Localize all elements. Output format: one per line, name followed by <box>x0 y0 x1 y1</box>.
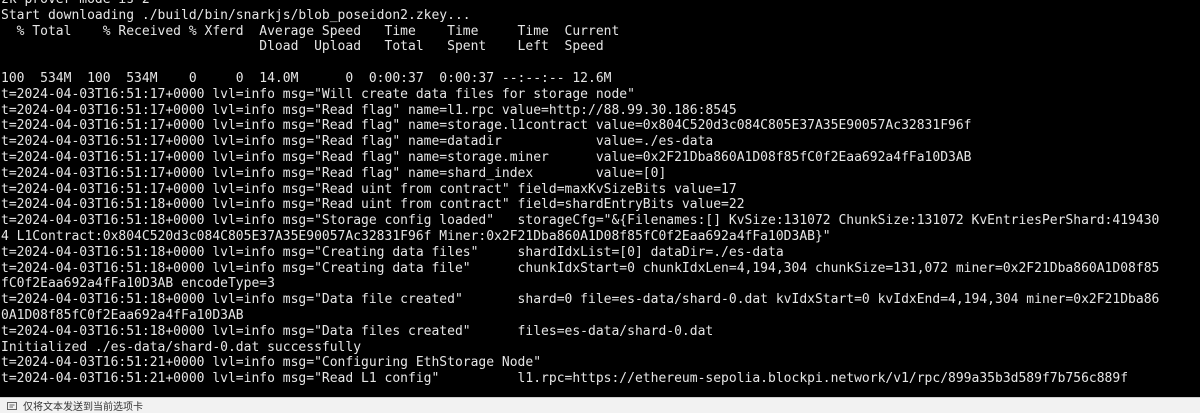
terminal-line: fC0f2Eaa692a4fFa10D3AB encodeType=3 <box>1 276 275 292</box>
terminal-line: 0A1D08f85fC0f2Eaa692a4fFa10D3AB <box>1 307 244 323</box>
terminal-line: Initialized ./es-data/shard-0.dat succes… <box>1 339 362 355</box>
terminal-line: t=2024-04-03T16:51:17+0000 lvl=info msg=… <box>1 134 714 150</box>
terminal-line: t=2024-04-03T16:51:18+0000 lvl=info msg=… <box>1 244 784 260</box>
terminal-line: t=2024-04-03T16:51:17+0000 lvl=info msg=… <box>1 165 667 181</box>
terminal-line: t=2024-04-03T16:51:17+0000 lvl=info msg=… <box>1 118 972 134</box>
terminal-line: t=2024-04-03T16:51:21+0000 lvl=info msg=… <box>1 371 1129 387</box>
send-to-current-tab-label: 仅将文本发送到当前选项卡 <box>23 402 143 413</box>
status-bar[interactable]: 仅将文本发送到当前选项卡 <box>0 397 1200 413</box>
terminal-line: t=2024-04-03T16:51:17+0000 lvl=info msg=… <box>1 181 737 197</box>
terminal-line: t=2024-04-03T16:51:17+0000 lvl=info msg=… <box>1 149 972 165</box>
terminal-line: t=2024-04-03T16:51:17+0000 lvl=info msg=… <box>1 102 737 118</box>
terminal-line: % Total % Received % Xferd Average Speed… <box>1 23 620 39</box>
terminal-line: 100 534M 100 534M 0 0 14.0M 0 0:00:37 0:… <box>1 70 612 86</box>
terminal-lines: zk prover mode is 2Start downloading ./b… <box>1 0 1159 387</box>
terminal-line: t=2024-04-03T16:51:21+0000 lvl=info msg=… <box>1 355 542 371</box>
terminal-line: Dload Upload Total Spent Left Speed <box>1 39 604 55</box>
terminal-line: t=2024-04-03T16:51:18+0000 lvl=info msg=… <box>1 213 1160 229</box>
terminal-line: t=2024-04-03T16:51:17+0000 lvl=info msg=… <box>1 86 635 102</box>
terminal-line: t=2024-04-03T16:51:18+0000 lvl=info msg=… <box>1 323 714 339</box>
terminal-output[interactable]: zk prover mode is 2Start downloading ./b… <box>0 0 1200 397</box>
terminal-line: t=2024-04-03T16:51:18+0000 lvl=info msg=… <box>1 292 1160 308</box>
send-text-icon <box>7 401 17 411</box>
terminal-line: t=2024-04-03T16:51:18+0000 lvl=info msg=… <box>1 260 1160 276</box>
terminal-line: Start downloading ./build/bin/snarkjs/bl… <box>1 7 471 23</box>
terminal-line: zk prover mode is 2 <box>1 0 1159 8</box>
terminal-line: 4 L1Contract:0x804C520d3c084C805E37A35E9… <box>1 228 831 244</box>
terminal-line: t=2024-04-03T16:51:18+0000 lvl=info msg=… <box>1 197 745 213</box>
